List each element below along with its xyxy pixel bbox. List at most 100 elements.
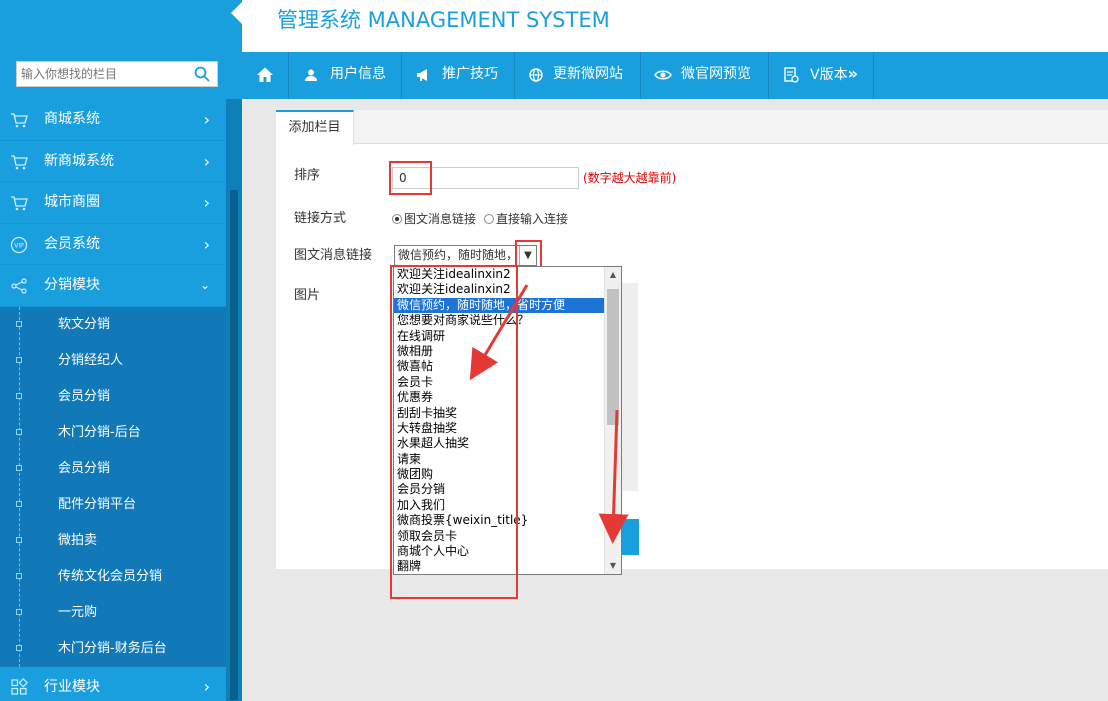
submenu-item-label: 配件分销平台	[58, 496, 137, 512]
chevron-right-icon: ›	[203, 110, 210, 129]
radio-direct-link[interactable]: 直接输入连接	[484, 210, 568, 227]
collapse-notch-icon[interactable]	[231, 2, 242, 24]
link-type-label: 链接方式	[294, 211, 347, 226]
annotation-box-list	[390, 265, 518, 599]
tree-node-icon	[16, 608, 22, 615]
sidebar-item-city-circle[interactable]: 城市商圈 ›	[0, 182, 226, 224]
submenu-item[interactable]: 木门分销-后台	[0, 415, 226, 451]
submenu-item[interactable]: 会员分销	[0, 451, 226, 487]
submenu-item-label: 会员分销	[58, 388, 111, 404]
page-title: 管理系统 MANAGEMENT SYSTEM	[277, 8, 610, 32]
sidebar-item-industry[interactable]: 行业模块 ›	[0, 666, 226, 701]
tree-node-icon	[16, 392, 22, 399]
radio-checked-icon	[392, 214, 402, 224]
search-input[interactable]	[17, 62, 193, 86]
megaphone-icon	[417, 69, 427, 81]
tree-node-icon	[16, 356, 22, 363]
submenu-item[interactable]: 微拍卖	[0, 523, 226, 559]
tree-node-icon	[16, 464, 22, 471]
submenu-item[interactable]: 传统文化会员分销	[0, 559, 226, 595]
version-icon	[784, 67, 799, 83]
submenu-item-label: 软文分销	[58, 316, 111, 332]
sidebar: 商城系统 › 新商城系统 › 城市商圈 › VIP 会员系统 › 分销模块 ⌄ …	[0, 0, 242, 701]
submenu-item-label: 会员分销	[58, 460, 111, 476]
sidebar-item-member[interactable]: VIP 会员系统 ›	[0, 223, 226, 265]
sidebar-item-label: 商城系统	[44, 111, 100, 127]
svg-text:VIP: VIP	[14, 242, 24, 249]
radio-unchecked-icon	[484, 214, 494, 224]
tree-node-icon	[16, 572, 22, 579]
nav-label: 微官网预览	[681, 66, 751, 82]
sidebar-scrollbar-thumb[interactable]	[230, 190, 238, 700]
nav-version[interactable]: V版本»	[769, 52, 874, 99]
nav-microsite-preview[interactable]: 微官网预览	[641, 52, 769, 99]
annotation-box-order	[389, 161, 432, 195]
double-chevron-right-icon: »	[847, 64, 858, 83]
nav-user-info[interactable]: 用户信息	[289, 52, 402, 99]
chevron-down-icon: ⌄	[199, 278, 210, 292]
submenu-item-label: 木门分销-财务后台	[58, 640, 167, 656]
sidebar-item-mall[interactable]: 商城系统 ›	[0, 99, 226, 141]
tab-bar: 添加栏目	[276, 110, 1108, 145]
tab-add-column[interactable]: 添加栏目	[276, 110, 354, 145]
tree-node-icon	[16, 320, 22, 327]
nav-promotion-tips[interactable]: 推广技巧	[402, 52, 515, 99]
home-button[interactable]	[242, 52, 289, 99]
submenu-item-label: 木门分销-后台	[58, 424, 141, 440]
sidebar-logo-area	[0, 0, 242, 52]
submenu-item[interactable]: 木门分销-财务后台	[0, 631, 226, 667]
image-label: 图片	[294, 288, 321, 303]
scroll-up-icon[interactable]: ▲	[605, 267, 621, 283]
cart-icon	[11, 113, 28, 128]
chevron-right-icon: ›	[203, 234, 210, 254]
scroll-down-icon[interactable]: ▼	[605, 558, 621, 574]
sidebar-search	[16, 61, 218, 87]
share-icon	[11, 278, 27, 294]
sidebar-item-label: 会员系统	[44, 235, 100, 252]
dropdown-scrollbar-thumb[interactable]	[607, 289, 619, 425]
sidebar-item-distribution[interactable]: 分销模块 ⌄	[0, 265, 226, 307]
eye-icon	[654, 70, 672, 80]
submenu-item[interactable]: 分销经纪人	[0, 343, 226, 379]
user-icon	[305, 69, 317, 81]
cart-icon	[11, 196, 28, 211]
tree-node-icon	[16, 644, 22, 651]
radio-news-link[interactable]: 图文消息链接	[392, 210, 476, 227]
chevron-right-icon: ›	[203, 193, 210, 212]
distribution-submenu: 软文分销 分销经纪人 会员分销 木门分销-后台 会员分销 配件分销平台 微拍卖 …	[0, 306, 226, 667]
nav-update-microsite[interactable]: 更新微网站	[515, 52, 641, 99]
home-icon	[257, 67, 273, 82]
tree-node-icon	[16, 500, 22, 507]
chevron-right-icon: ›	[203, 676, 210, 696]
radio-label: 直接输入连接	[496, 212, 569, 226]
nav-label: V版本	[810, 67, 848, 83]
top-nav: 用户信息 推广技巧 更新微网站 微官网预览 V版本»	[242, 52, 1108, 99]
sidebar-item-new-mall[interactable]: 新商城系统 ›	[0, 140, 226, 182]
chevron-right-icon: ›	[203, 151, 210, 171]
search-icon[interactable]	[194, 66, 210, 82]
nav-label: 更新微网站	[553, 66, 623, 82]
radio-label: 图文消息链接	[404, 212, 477, 226]
header: 管理系统 MANAGEMENT SYSTEM	[242, 0, 1108, 52]
order-label: 排序	[294, 168, 321, 183]
sidebar-item-label: 行业模块	[44, 678, 100, 695]
submenu-item[interactable]: 配件分销平台	[0, 487, 226, 523]
tree-node-icon	[16, 536, 22, 543]
cart-icon	[11, 154, 28, 169]
nav-label: 用户信息	[330, 66, 386, 82]
news-link-label: 图文消息链接	[294, 248, 373, 263]
dropdown-scrollbar[interactable]: ▲ ▼	[604, 267, 621, 574]
submenu-item-label: 一元购	[58, 604, 98, 620]
tree-node-icon	[16, 428, 22, 435]
sidebar-item-label: 新商城系统	[44, 152, 114, 169]
vip-icon: VIP	[10, 236, 28, 253]
annotation-box-arrow	[515, 240, 542, 269]
submenu-item[interactable]: 软文分销	[0, 307, 226, 343]
submenu-item[interactable]: 一元购	[0, 595, 226, 631]
nav-label: 推广技巧	[442, 66, 498, 82]
submit-button[interactable]	[619, 519, 639, 555]
submenu-item[interactable]: 会员分销	[0, 379, 226, 415]
sidebar-nav: 商城系统 › 新商城系统 › 城市商圈 › VIP 会员系统 › 分销模块 ⌄ …	[0, 99, 226, 701]
submenu-item-label: 传统文化会员分销	[58, 568, 163, 584]
order-hint: (数字越大越靠前)	[583, 171, 677, 185]
